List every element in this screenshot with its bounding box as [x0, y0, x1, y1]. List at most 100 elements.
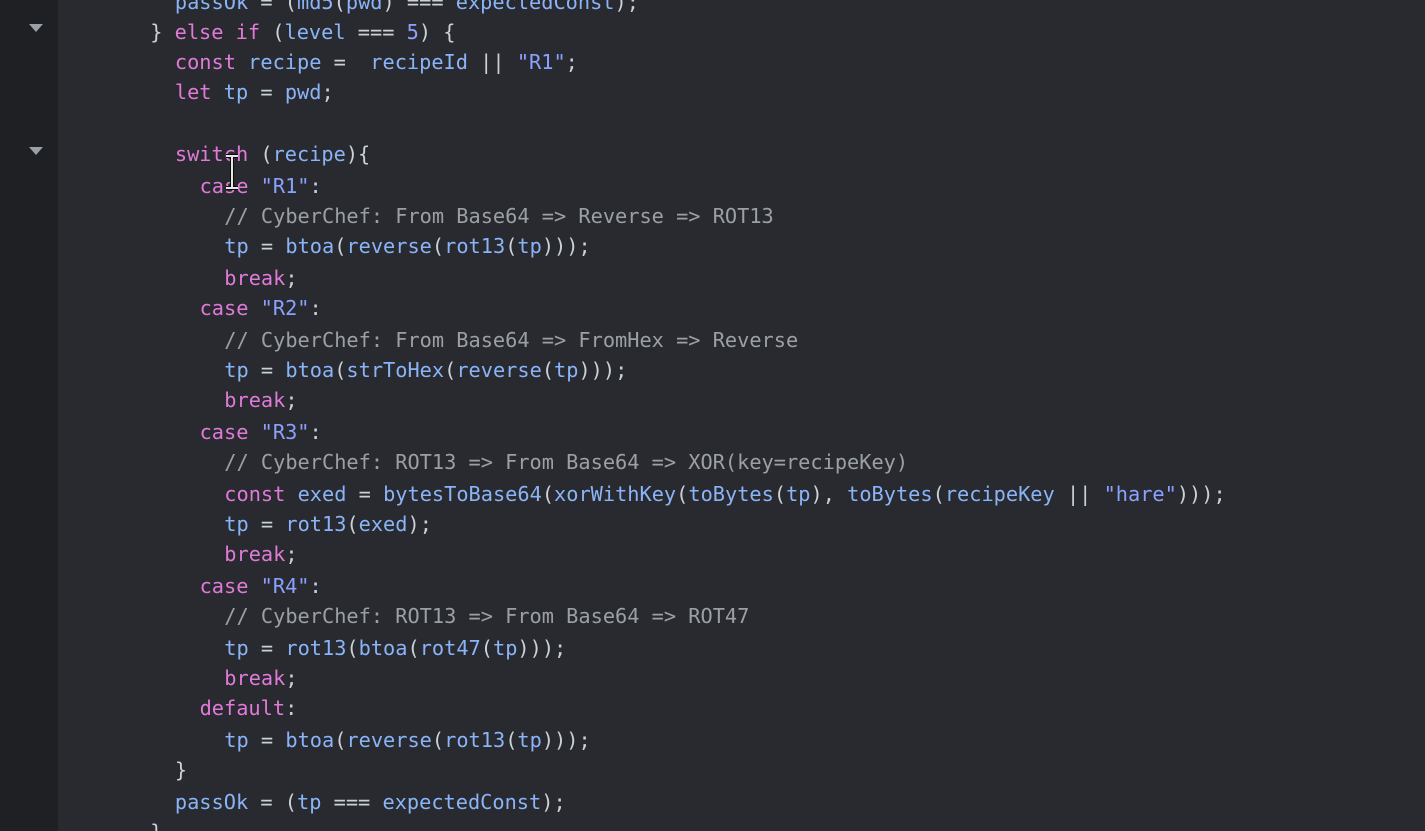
code-token: "R2"	[260, 296, 310, 320]
code-token: (	[444, 358, 457, 382]
code-line: break;	[224, 663, 297, 693]
code-line: // CyberChef: ROT13 => From Base64 => XO…	[224, 447, 908, 477]
code-token: // CyberChef: From Base64 => FromHex => …	[224, 328, 799, 352]
code-token: )));	[578, 358, 628, 382]
code-token: "hare"	[1103, 482, 1177, 506]
code-token: else if	[174, 20, 261, 44]
code-token: passOk	[174, 790, 249, 814]
code-token: btoa	[285, 234, 335, 258]
code-token: level	[284, 20, 346, 44]
code-line: // CyberChef: From Base64 => FromHex => …	[224, 325, 798, 355]
code-token: pwd	[284, 80, 322, 104]
code-token: :	[285, 696, 298, 720]
code-editor[interactable]: passOk = (md5(pwd) === expectedConst);} …	[0, 0, 1425, 831]
code-token: rot13	[285, 636, 347, 660]
code-token: )));	[517, 636, 567, 660]
code-token: ||	[467, 50, 517, 74]
code-token: let	[174, 80, 212, 104]
code-token: tp	[786, 482, 811, 506]
code-token: =	[248, 234, 286, 258]
code-token: ;	[285, 266, 298, 290]
code-line: tp = rot13(btoa(rot47(tp)));	[224, 633, 566, 663]
code-token: tp	[297, 790, 322, 814]
code-token: tp	[554, 358, 579, 382]
text-cursor-icon	[226, 154, 238, 190]
code-token: tp	[223, 80, 249, 104]
code-token: passOk	[174, 0, 249, 14]
code-line: const recipe = recipeId || "R1";	[175, 47, 578, 77]
code-area[interactable]: passOk = (md5(pwd) === expectedConst);} …	[0, 0, 1425, 831]
code-token: (	[932, 482, 945, 506]
code-line: case "R3":	[200, 417, 322, 447]
code-token: (	[333, 0, 346, 14]
code-token: tp	[224, 358, 249, 382]
code-token: (	[334, 728, 347, 752]
code-token: (	[407, 636, 420, 660]
code-token: :	[309, 296, 322, 320]
code-token: (	[541, 482, 555, 506]
code-token: btoa	[285, 358, 335, 382]
code-token: =	[248, 80, 285, 104]
code-line: switch (recipe){	[175, 139, 370, 169]
code-token: break	[224, 266, 286, 290]
code-token: :	[309, 420, 322, 444]
code-token: const	[224, 482, 286, 506]
code-token: :	[309, 174, 322, 198]
code-token: (	[260, 20, 285, 44]
code-token: 5	[406, 20, 419, 44]
code-token: break	[224, 666, 286, 690]
code-token: }	[150, 20, 175, 44]
code-token: "R4"	[260, 574, 310, 598]
code-token: ;	[321, 80, 334, 104]
code-token: );	[614, 0, 639, 14]
code-line: }	[150, 817, 162, 831]
code-token: bytesToBase64	[383, 482, 542, 506]
code-token: expectedConst	[382, 790, 542, 814]
code-line: break;	[224, 385, 297, 415]
code-line: case "R2":	[200, 293, 322, 323]
code-token: // CyberChef: ROT13 => From Base64 => RO…	[224, 604, 750, 628]
code-token: )));	[1176, 482, 1226, 506]
code-token: );	[407, 512, 432, 536]
code-token: const	[174, 50, 236, 74]
code-token: (	[334, 358, 347, 382]
code-token: default	[199, 696, 286, 720]
code-token: rot47	[419, 636, 481, 660]
code-line: tp = btoa(strToHex(reverse(tp)));	[224, 355, 627, 385]
code-token: "R3"	[260, 420, 310, 444]
code-token: btoa	[358, 636, 408, 660]
code-token: (	[346, 636, 359, 660]
code-token: =	[248, 636, 286, 660]
code-token: break	[224, 542, 286, 566]
code-token: tp	[517, 234, 542, 258]
code-token: ){	[345, 142, 371, 166]
code-token: // CyberChef: From Base64 => Reverse => …	[224, 204, 774, 228]
code-token: recipeKey	[944, 482, 1055, 506]
code-token: );	[541, 790, 566, 814]
code-token: =	[248, 728, 286, 752]
code-token: ),	[810, 482, 848, 506]
code-token: reverse	[456, 358, 542, 382]
code-token: ;	[285, 542, 298, 566]
code-token: (	[431, 234, 445, 258]
code-token: =	[321, 50, 371, 74]
code-line: // CyberChef: ROT13 => From Base64 => RO…	[224, 601, 749, 631]
code-token: ) ===	[382, 0, 456, 14]
code-token: }	[150, 820, 162, 831]
code-token: case	[199, 574, 249, 598]
code-token: )));	[541, 234, 591, 258]
code-token: "R1"	[260, 174, 310, 198]
code-token: tp	[492, 636, 518, 660]
code-token: rot13	[285, 512, 347, 536]
code-token: }	[174, 758, 188, 782]
code-token: =	[346, 482, 384, 506]
code-line: // CyberChef: From Base64 => Reverse => …	[224, 201, 773, 231]
code-token: "R1"	[516, 50, 566, 74]
code-token: = (	[248, 790, 297, 814]
code-token: expectedConst	[455, 0, 615, 14]
code-token: tp	[224, 636, 249, 660]
